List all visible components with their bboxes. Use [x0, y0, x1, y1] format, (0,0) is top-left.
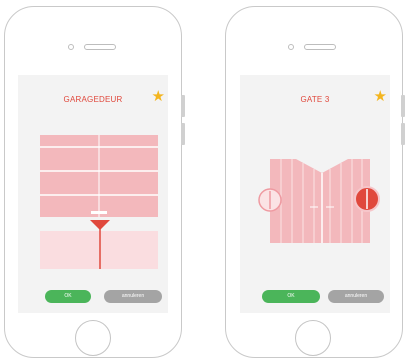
gate-control[interactable]: [240, 75, 390, 313]
front-camera: [288, 44, 294, 50]
ok-button[interactable]: OK: [262, 290, 320, 303]
home-button[interactable]: [75, 320, 111, 356]
phone-frame-left: GARAGEDEUR ★ OK annuleren: [4, 6, 182, 358]
side-button-left-phone-2: [181, 123, 185, 145]
door-handle-bar: [91, 211, 107, 214]
earpiece-speaker: [304, 44, 336, 50]
door-track-bg: [40, 231, 158, 269]
side-button-right-phone: [401, 95, 405, 117]
side-button-right-phone-2: [401, 123, 405, 145]
garage-door-control[interactable]: [18, 75, 168, 313]
ok-button[interactable]: OK: [45, 290, 91, 303]
cancel-button[interactable]: annuleren: [104, 290, 162, 303]
front-camera: [68, 44, 74, 50]
cancel-button[interactable]: annuleren: [328, 290, 384, 303]
phone-frame-right: GATE 3 ★ OK annuleren: [225, 6, 403, 358]
app-screen-garage: GARAGEDEUR ★ OK annuleren: [18, 75, 168, 313]
side-button-left-phone: [181, 95, 185, 117]
app-screen-gate: GATE 3 ★ OK annuleren: [240, 75, 390, 313]
earpiece-speaker: [84, 44, 116, 50]
home-button[interactable]: [295, 320, 331, 356]
